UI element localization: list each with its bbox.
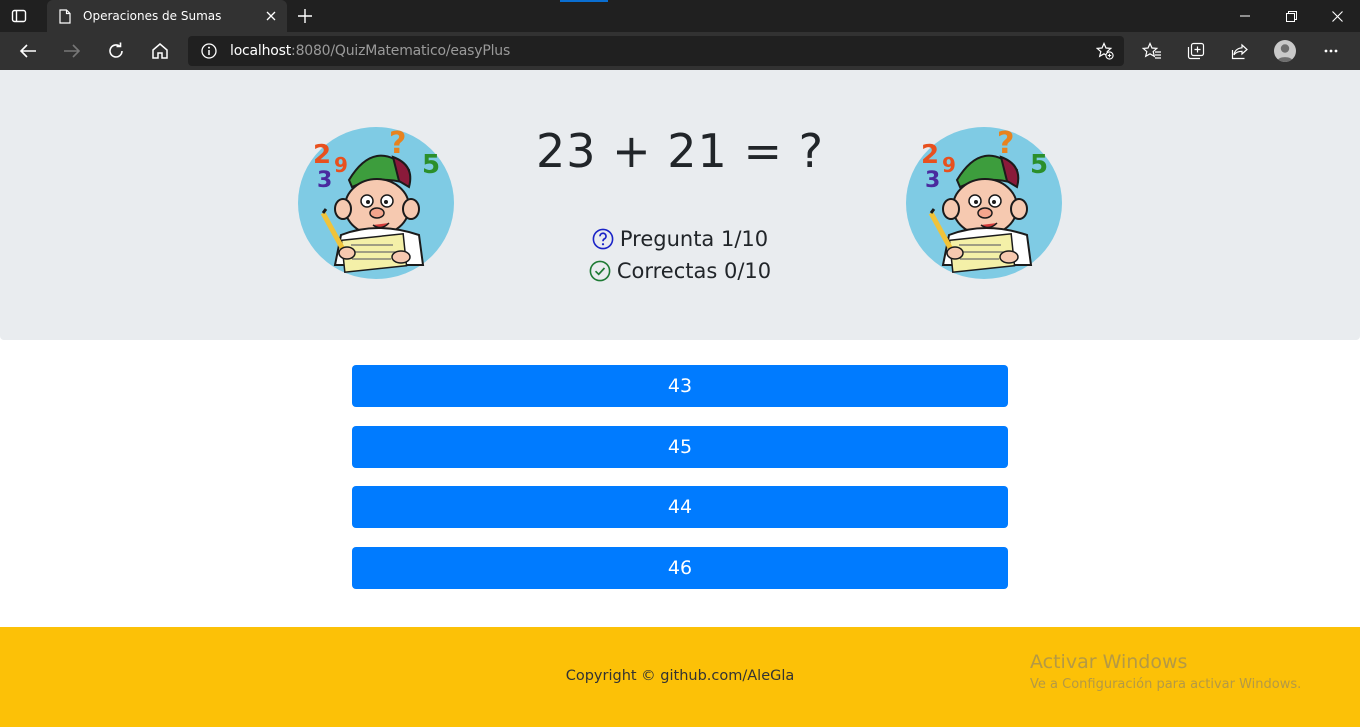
svg-text:?: ? [389,126,406,161]
browser-titlebar: Operaciones de Sumas [0,0,1360,32]
forward-icon[interactable] [60,39,84,63]
svg-text:9: 9 [942,153,956,177]
answer-button[interactable]: 44 [352,486,1008,528]
question-counter-label: Pregunta 1/10 [619,227,769,251]
close-window-icon[interactable] [1314,0,1360,32]
question-text: 23 + 21 = ? [535,124,825,178]
tab-strip-indicator [560,0,608,2]
answer-button[interactable]: 43 [352,365,1008,407]
question-counter: Pregunta 1/10 [530,223,830,255]
url-text[interactable]: localhost:8080/QuizMatematico/easyPlus [230,43,510,59]
url-host: localhost [230,43,292,59]
svg-text:2: 2 [313,140,331,170]
watermark-subtitle: Ve a Configuración para activar Windows. [1030,677,1302,692]
activation-watermark: Activar Windows Ve a Configuración para … [1030,651,1301,692]
plus-icon[interactable] [296,7,314,25]
question-circle-icon [592,228,614,250]
svg-text:9: 9 [334,153,348,177]
tab-actions-icon[interactable] [10,7,28,25]
student-mascot-image: 2 3 9 5 ? [297,125,455,280]
correct-counter: Correctas 0/10 [530,255,830,287]
answer-button[interactable]: 46 [352,547,1008,589]
back-icon[interactable] [16,39,40,63]
browser-toolbar: localhost:8080/QuizMatematico/easyPlus [0,32,1360,70]
answer-button[interactable]: 45 [352,426,1008,468]
svg-text:3: 3 [317,168,332,193]
svg-text:5: 5 [1030,150,1048,180]
address-bar[interactable]: localhost:8080/QuizMatematico/easyPlus [188,36,1124,66]
minimize-icon[interactable] [1222,0,1268,32]
student-mascot-image: 2 3 9 5 ? [905,125,1063,280]
quiz-stats: Pregunta 1/10 Correctas 0/10 [530,223,830,287]
check-circle-icon [589,260,611,282]
refresh-icon[interactable] [104,39,128,63]
add-favorite-icon[interactable] [1095,42,1114,60]
info-icon[interactable] [201,43,217,59]
svg-text:2: 2 [921,140,939,170]
svg-text:5: 5 [422,150,440,180]
page-icon [59,8,73,24]
share-icon[interactable] [1228,39,1252,63]
close-icon[interactable] [263,8,279,24]
quiz-header: 2 3 9 5 ? 23 + 21 = ? Pregunta 1/10 Corr… [0,70,1360,340]
url-path: :8080/QuizMatematico/easyPlus [291,43,511,59]
watermark-title: Activar Windows [1030,651,1188,673]
svg-text:?: ? [997,126,1014,161]
profile-icon[interactable] [1274,40,1296,62]
collections-icon[interactable] [1184,39,1208,63]
correct-counter-label: Correctas 0/10 [616,259,772,283]
home-icon[interactable] [148,39,172,63]
tab-title: Operaciones de Sumas [83,9,222,23]
more-icon[interactable] [1319,39,1343,63]
svg-text:3: 3 [925,168,940,193]
browser-tab[interactable]: Operaciones de Sumas [47,0,287,32]
favorites-icon[interactable] [1140,39,1164,63]
page-content: 2 3 9 5 ? 23 + 21 = ? Pregunta 1/10 Corr… [0,70,1360,727]
restore-icon[interactable] [1268,0,1314,32]
